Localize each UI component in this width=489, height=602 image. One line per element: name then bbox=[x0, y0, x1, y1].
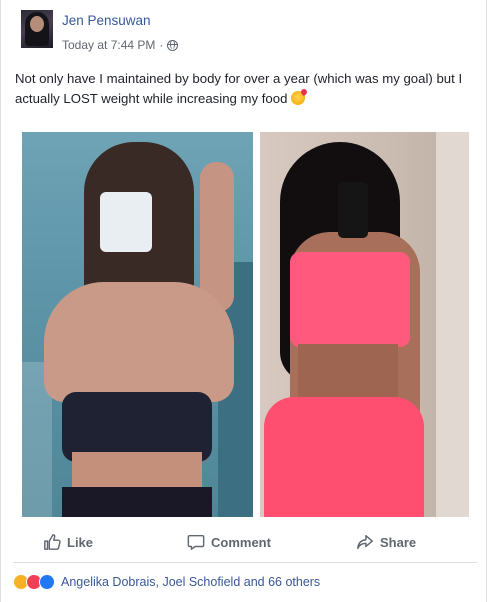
photo-before[interactable] bbox=[22, 132, 253, 517]
comment-button[interactable]: Comment bbox=[187, 533, 271, 551]
like-reaction-icon bbox=[39, 574, 55, 590]
photo-sports-top bbox=[290, 252, 410, 347]
photo-phone bbox=[100, 192, 152, 252]
like-button[interactable]: Like bbox=[43, 533, 93, 551]
post-timestamp[interactable]: Today at 7:44 PM bbox=[62, 38, 155, 52]
photo-after[interactable] bbox=[260, 132, 469, 517]
meta-separator: · bbox=[159, 38, 164, 52]
reactions-summary[interactable]: Angelika Dobrais, Joel Schofield and 66 … bbox=[13, 572, 320, 592]
post-card: Jen Pensuwan Today at 7:44 PM · Not only… bbox=[0, 0, 487, 602]
post-text: Not only have I maintained by body for o… bbox=[15, 69, 480, 109]
reactors-text[interactable]: Angelika Dobrais, Joel Schofield and 66 … bbox=[61, 575, 320, 589]
share-label: Share bbox=[380, 534, 417, 550]
photo-arm bbox=[200, 162, 234, 312]
smiling-face-with-hearts-icon bbox=[291, 91, 306, 105]
photo-door bbox=[436, 132, 469, 517]
share-arrow-icon bbox=[357, 534, 373, 550]
photo-belly bbox=[298, 344, 398, 404]
globe-icon[interactable] bbox=[167, 39, 179, 51]
comment-label: Comment bbox=[211, 534, 271, 550]
author-avatar[interactable] bbox=[21, 10, 53, 48]
post-body: Not only have I maintained by body for o… bbox=[15, 71, 463, 106]
photo-belly bbox=[72, 452, 202, 492]
author-name[interactable]: Jen Pensuwan bbox=[62, 13, 151, 28]
avatar-face bbox=[30, 16, 44, 32]
photo-body bbox=[44, 282, 234, 402]
comment-bubble-icon bbox=[187, 534, 205, 550]
thumbs-up-icon bbox=[44, 534, 61, 550]
photo-leggings bbox=[264, 397, 424, 517]
post-actions-bar: Like Comment Share bbox=[1, 526, 489, 558]
share-button[interactable]: Share bbox=[356, 533, 416, 551]
like-label: Like bbox=[67, 534, 94, 550]
post-meta: Today at 7:44 PM · bbox=[62, 38, 179, 52]
photo-phone bbox=[338, 182, 368, 238]
reactions-divider bbox=[13, 562, 477, 563]
photo-leggings bbox=[62, 487, 212, 517]
